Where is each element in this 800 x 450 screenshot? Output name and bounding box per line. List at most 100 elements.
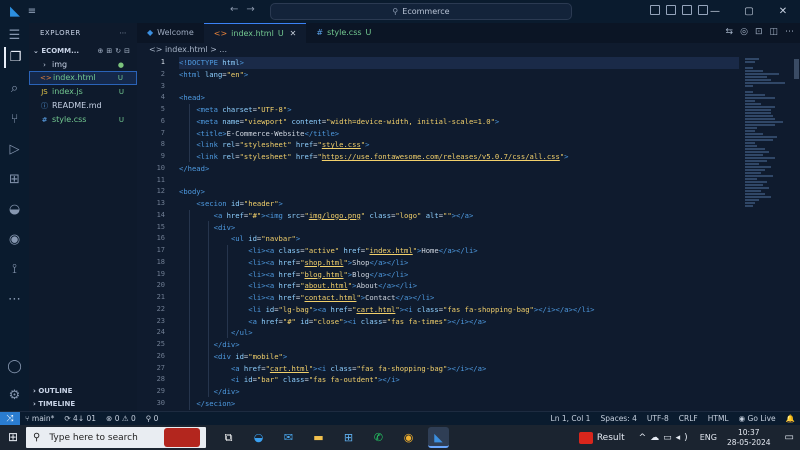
tree-item-index-html[interactable]: <> index.html U [29, 71, 137, 85]
folder-actions[interactable]: ⊕⊞↻⊟ [98, 44, 133, 59]
language-indicator[interactable]: ENG [700, 433, 717, 442]
search-icon: ⚲ [33, 432, 41, 443]
minimize-button[interactable]: — [698, 0, 732, 23]
minimap-line [745, 79, 771, 81]
search-icon[interactable]: ⌕ [4, 78, 25, 99]
toggle-secondary-sidebar-icon[interactable] [682, 5, 692, 15]
back-arrow-icon[interactable]: ← [230, 4, 238, 15]
tab-style-css[interactable]: # style.css U [306, 23, 382, 43]
tray-icons[interactable]: ^☁▭◂) [639, 433, 692, 443]
close-button[interactable]: ✕ [766, 0, 800, 23]
more-actions-icon[interactable]: ⋯ [120, 23, 128, 44]
minimap-line [745, 118, 775, 120]
run-debug-icon[interactable]: ▷ [4, 139, 25, 160]
open-changes-icon[interactable]: ◎ [740, 27, 748, 37]
language-mode[interactable]: HTML [703, 414, 734, 423]
settings-gear-icon[interactable]: ⚙ [4, 385, 25, 406]
timeline-section[interactable]: › TIMELINE [29, 398, 137, 411]
status-right: Ln 1, Col 1 Spaces: 4 UTF-8 CRLF HTML ◉ … [546, 414, 800, 423]
tree-item-readme[interactable]: ⓘ README.md [29, 99, 137, 113]
notification-icon[interactable]: ▭ [785, 432, 794, 443]
encoding[interactable]: UTF-8 [642, 414, 674, 423]
title-bar: ◣ ≡ ← → ⚲ Ecommerce — ▢ ✕ [0, 0, 800, 23]
remote-explorer-icon[interactable]: ⟟ [4, 259, 25, 280]
account-icon[interactable]: ◯ [4, 356, 25, 377]
code-line: <li><a href="about.html">About</a></li> [248, 281, 418, 291]
git-status-badge: U [117, 74, 123, 82]
extensions-icon[interactable]: ⊞ [4, 169, 25, 190]
file-explorer-icon[interactable]: ▬ [308, 427, 329, 448]
git-branch[interactable]: ⑂ main* [20, 414, 59, 423]
code-line: <a href="#"><img src="img/logo.png" clas… [213, 210, 474, 220]
remote-indicator-icon[interactable]: ⤨ [0, 411, 20, 426]
store-icon[interactable]: ⊞ [338, 427, 359, 448]
vscode-logo-icon: ◣ [10, 3, 20, 19]
toggle-primary-sidebar-icon[interactable] [650, 5, 660, 15]
clock[interactable]: 10:37 28-05-2024 [727, 428, 771, 448]
minimap-line [745, 97, 775, 99]
result-app[interactable]: Result [578, 431, 625, 444]
workspace-folder[interactable]: ⌄ ECOMM... ⊕⊞↻⊟ [29, 44, 137, 59]
notifications-bell-icon[interactable]: 🔔 [781, 414, 800, 423]
more-actions-icon[interactable]: ⋯ [785, 27, 794, 37]
split-editor-icon[interactable]: ◫ [769, 27, 778, 37]
code-line: <a href="cart.html"><i class="fas fa-sho… [230, 363, 487, 373]
minimap-line [745, 100, 755, 102]
windows-start-icon[interactable]: ⊞ [0, 425, 26, 450]
close-tab-icon[interactable]: ✕ [290, 24, 297, 44]
toggle-panel-icon[interactable] [666, 5, 676, 15]
tab-welcome[interactable]: ◆ Welcome [137, 23, 204, 43]
line-ending[interactable]: CRLF [674, 414, 703, 423]
code-editor[interactable]: 1 2 3 4 5 6 7 8 9 10 11 12 13 14 15 16 1… [137, 57, 800, 411]
code-line: <secion id="header"> [196, 199, 283, 208]
window-controls: — ▢ ✕ [698, 0, 800, 23]
minimap-line [745, 205, 753, 207]
html-file-icon: <> [213, 28, 228, 38]
indentation[interactable]: Spaces: 4 [595, 414, 641, 423]
taskbar-search[interactable]: ⚲ Type here to search [26, 427, 206, 448]
code-line: <a href="#" id="close"><i class="fas fa-… [248, 316, 487, 326]
chrome-icon[interactable]: ◉ [398, 427, 419, 448]
mail-icon[interactable]: ✉ [278, 427, 299, 448]
tree-item-style-css[interactable]: # style.css U [29, 113, 137, 127]
minimap-line [745, 184, 763, 186]
problems-count[interactable]: ⊗ 0 ⚠ 0 [101, 414, 141, 423]
preview-icon[interactable]: ⊡ [755, 27, 763, 37]
menu-icon[interactable]: ≡ [24, 4, 40, 20]
code-line: <html lang="en"> [179, 69, 249, 79]
minimap[interactable] [743, 57, 793, 411]
maximize-button[interactable]: ▢ [732, 0, 766, 23]
git-sync[interactable]: ⟳ 4↓ 01 [59, 414, 101, 423]
docker-icon[interactable]: ◉ [4, 229, 25, 250]
whatsapp-icon[interactable]: ✆ [368, 427, 389, 448]
edge-icon[interactable]: ◒ [248, 427, 269, 448]
code-line: <link rel="stylesheet" href="style.css"> [196, 140, 370, 150]
minimap-line [745, 145, 757, 147]
compare-icon[interactable]: ⇆ [726, 27, 734, 37]
cursor-position[interactable]: Ln 1, Col 1 [546, 414, 596, 423]
minimap-line [745, 196, 771, 198]
forward-arrow-icon[interactable]: → [246, 4, 254, 15]
command-center-search[interactable]: ⚲ Ecommerce [270, 3, 572, 20]
scrollbar-thumb[interactable] [794, 59, 799, 79]
code-line: </ul> [230, 328, 253, 338]
go-live-button[interactable]: ◉ Go Live [734, 414, 781, 423]
edge-devtools-icon[interactable]: ◒ [4, 199, 25, 220]
tree-item-img[interactable]: › img ● [29, 58, 137, 72]
breadcrumb[interactable]: <> index.html > ... [137, 43, 800, 57]
minimap-line [745, 106, 775, 108]
explorer-icon[interactable]: ❐ [4, 47, 25, 68]
vscode-taskbar-icon[interactable]: ◣ [428, 427, 449, 448]
menu-hamburger-icon[interactable]: ☰ [4, 25, 25, 46]
ports-count[interactable]: ⚲ 0 [141, 414, 164, 423]
tree-item-index-js[interactable]: JS index.js U [29, 85, 137, 99]
outline-section[interactable]: › OUTLINE [29, 385, 137, 398]
more-icon[interactable]: ⋯ [4, 289, 25, 310]
editor-scrollbar[interactable] [793, 57, 800, 411]
html-file-icon: <> [40, 74, 52, 82]
minimap-line [745, 109, 771, 111]
tab-index-html[interactable]: <> index.html U ✕ [203, 23, 307, 44]
task-view-icon[interactable]: ⧉ [218, 427, 239, 448]
code-line: <meta name="viewport" content="width=dev… [196, 116, 500, 126]
source-control-icon[interactable]: ⑂ [4, 109, 25, 130]
